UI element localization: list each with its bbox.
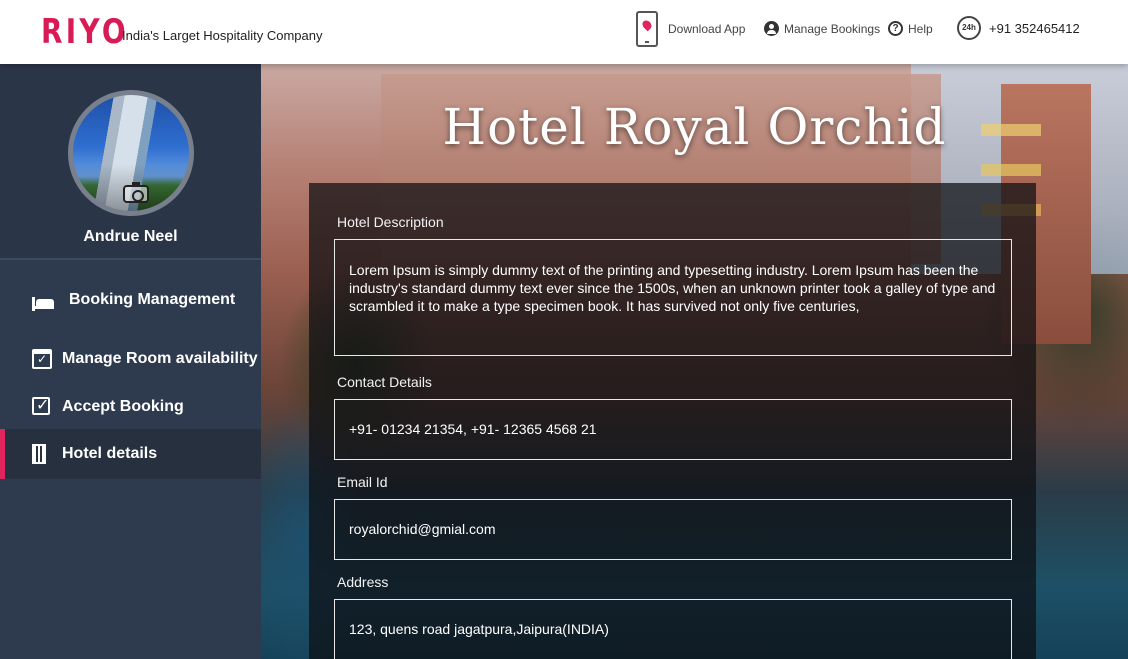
sidebar-item-manage-room-availability[interactable]: Manage Room availability <box>0 335 261 383</box>
hotel-description-field[interactable]: Lorem Ipsum is simply dummy text of the … <box>334 239 1012 356</box>
email-field[interactable]: royalorchid@gmial.com <box>334 499 1012 560</box>
address-label: Address <box>337 574 389 590</box>
building-icon <box>32 444 46 464</box>
contact-details-label: Contact Details <box>337 374 432 390</box>
phone-number: +91 352465412 <box>989 20 1080 36</box>
profile-section: Andrue Neel <box>0 64 261 260</box>
help-link[interactable]: ? Help <box>888 21 933 36</box>
24-hours-icon: 24h <box>957 16 981 40</box>
profile-name: Andrue Neel <box>83 228 178 245</box>
sidebar-item-booking-management[interactable]: Booking Management <box>0 276 261 324</box>
email-id-label: Email Id <box>337 474 388 490</box>
camera-icon[interactable] <box>123 182 149 203</box>
sidebar-item-label: Accept Booking <box>62 398 184 415</box>
mobile-phone-icon <box>636 11 658 47</box>
tagline: India's Larget Hospitality Company <box>122 28 323 43</box>
avatar[interactable] <box>68 90 194 216</box>
hotel-description-label: Hotel Description <box>337 214 444 230</box>
download-app-label: Download App <box>668 22 746 36</box>
sidebar-item-label: Hotel details <box>62 445 158 462</box>
top-header: RIYO India's Larget Hospitality Company … <box>0 0 1128 64</box>
calendar-check-icon <box>32 349 52 369</box>
sidebar-item-label: Booking Management <box>69 291 236 308</box>
manage-bookings-link[interactable]: Manage Bookings <box>764 21 880 36</box>
sidebar-item-label: Manage Room availability <box>62 350 258 367</box>
checkbox-icon <box>32 395 50 415</box>
sidebar-item-hotel-details[interactable]: Hotel details <box>0 429 261 479</box>
riyo-logo[interactable]: RIYO <box>41 13 129 51</box>
phone-contact[interactable]: 24h +91 352465412 <box>957 16 1080 40</box>
hotel-title: Hotel Royal Orchid <box>442 98 947 156</box>
sidebar-item-accept-booking[interactable]: Accept Booking <box>0 383 261 431</box>
hotel-details-form: Hotel Description Lorem Ipsum is simply … <box>309 183 1036 659</box>
contact-details-field[interactable]: +91- 01234 21354, +91- 12365 4568 21 <box>334 399 1012 460</box>
user-circle-icon <box>764 21 779 36</box>
address-field[interactable]: 123, quens road jagatpura,Jaipura(INDIA) <box>334 599 1012 659</box>
help-label: Help <box>908 21 933 36</box>
bed-icon <box>32 293 54 311</box>
download-app-link[interactable]: Download App <box>636 11 745 47</box>
help-icon: ? <box>888 21 903 36</box>
sidebar: Andrue Neel Booking Management Manage Ro… <box>0 64 261 659</box>
manage-bookings-label: Manage Bookings <box>784 21 881 36</box>
